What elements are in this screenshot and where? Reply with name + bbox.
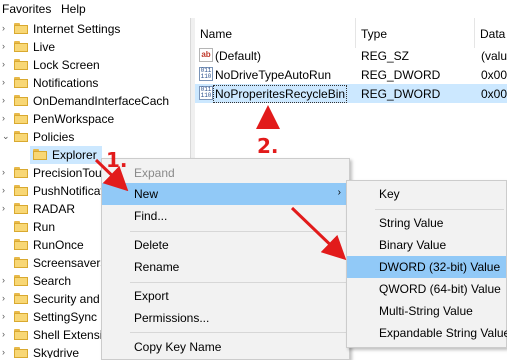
arrow-to-dword xyxy=(290,206,347,261)
annotation-step-2: 2. xyxy=(257,134,279,158)
annotation-step-1: 1. xyxy=(106,148,128,172)
annotation-arrows xyxy=(94,105,347,261)
